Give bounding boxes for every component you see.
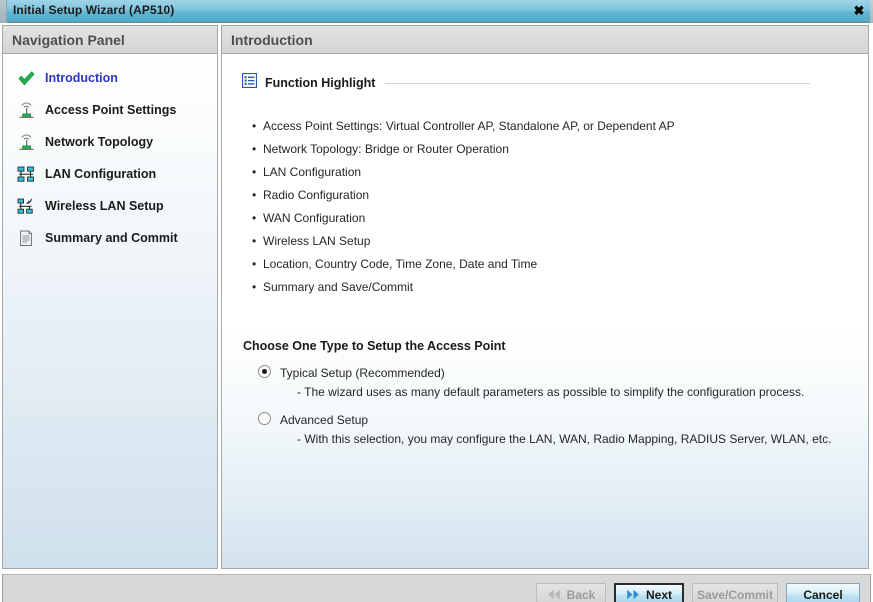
list-item-label: Access Point Settings: Virtual Controlle… (263, 119, 675, 133)
function-highlight-section-header: Function Highlight (241, 72, 868, 93)
save-commit-button[interactable]: Save/Commit (692, 583, 778, 602)
radio-option-typical-setup-texts: Typical Setup (Recommended) - The wizard… (280, 364, 804, 401)
list-item: • Location, Country Code, Time Zone, Date… (252, 253, 868, 276)
radio-option-description: - With this selection, you may configure… (297, 432, 832, 446)
page-title: Introduction (231, 31, 313, 48)
list-item-label: WAN Configuration (263, 211, 366, 225)
bullet-marker: • (252, 234, 257, 248)
wizard-button-row: Back Next Save/Commit Cancel (536, 583, 860, 602)
radio-option-description: - The wizard uses as many default parame… (297, 385, 805, 399)
sidebar-item-summary-and-commit[interactable]: Summary and Commit (3, 222, 217, 254)
function-highlight-list: • Access Point Settings: Virtual Controll… (252, 115, 868, 299)
save-commit-button-label: Save/Commit (696, 587, 774, 602)
next-button[interactable]: Next (614, 583, 684, 602)
sidebar-item-label: Access Point Settings (45, 103, 177, 117)
list-item-label: Summary and Save/Commit (263, 280, 414, 294)
setup-type-radio-group: Typical Setup (Recommended) - The wizard… (258, 364, 868, 448)
document-icon (15, 228, 37, 248)
list-item: • Summary and Save/Commit (252, 276, 868, 299)
radio-option-advanced-setup[interactable]: Advanced Setup - With this selection, yo… (258, 411, 868, 448)
close-icon[interactable]: ✖ (849, 2, 869, 20)
window-titlebar: Initial Setup Wizard (AP510) ✖ (0, 0, 873, 23)
list-item-label: Wireless LAN Setup (263, 234, 371, 248)
list-icon (241, 72, 258, 93)
back-button[interactable]: Back (536, 583, 606, 602)
navigation-panel-title: Navigation Panel (12, 31, 125, 48)
navigation-panel: Navigation Panel Introduction Access Poi… (2, 25, 218, 569)
back-button-label: Back (566, 587, 596, 602)
access-point-icon (15, 100, 37, 120)
section-divider (385, 82, 810, 84)
radio-option-typical-setup[interactable]: Typical Setup (Recommended) - The wizard… (258, 364, 868, 401)
radio-option-label: Typical Setup (Recommended) (280, 366, 445, 380)
list-item: • Wireless LAN Setup (252, 230, 868, 253)
bullet-marker: • (252, 188, 257, 202)
list-item: • Network Topology: Bridge or Router Oper… (252, 138, 868, 161)
content-panel-header: Introduction (222, 26, 868, 54)
double-chevron-right-icon (626, 589, 640, 600)
bullet-marker: • (252, 142, 257, 156)
sidebar-item-label: Introduction (45, 71, 118, 85)
list-item-label: Radio Configuration (263, 188, 370, 202)
bullet-marker: • (252, 119, 257, 133)
window-title: Initial Setup Wizard (AP510) (13, 3, 175, 17)
bullet-marker: • (252, 165, 257, 179)
content-panel: Introduction Function Highlight • Access… (221, 25, 869, 569)
list-item: • Access Point Settings: Virtual Controll… (252, 115, 868, 138)
initial-setup-wizard-window: Initial Setup Wizard (AP510) ✖ Navigatio… (0, 0, 873, 602)
check-icon (15, 68, 37, 88)
cancel-button[interactable]: Cancel (786, 583, 860, 602)
wizard-button-bar: Back Next Save/Commit Cancel (2, 574, 871, 602)
lan-network-icon (15, 164, 37, 184)
cancel-button-label: Cancel (803, 587, 843, 602)
access-point-icon (15, 132, 37, 152)
wireless-lan-icon (15, 196, 37, 216)
sidebar-item-label: Summary and Commit (45, 231, 178, 245)
titlebar-left-cap (0, 0, 7, 23)
sidebar-item-introduction[interactable]: Introduction (3, 62, 217, 94)
sidebar-item-label: LAN Configuration (45, 167, 157, 181)
radio-option-advanced-setup-texts: Advanced Setup - With this selection, yo… (280, 411, 831, 448)
sidebar-item-access-point-settings[interactable]: Access Point Settings (3, 94, 217, 126)
next-button-label: Next (646, 587, 673, 602)
navigation-panel-header: Navigation Panel (3, 26, 217, 54)
sidebar-item-label: Network Topology (45, 135, 154, 149)
list-item: • LAN Configuration (252, 161, 868, 184)
setup-type-heading: Choose One Type to Setup the Access Poin… (243, 339, 506, 353)
list-item: • Radio Configuration (252, 184, 868, 207)
radio-button-advanced-setup[interactable] (258, 412, 271, 425)
sidebar-item-lan-configuration[interactable]: LAN Configuration (3, 158, 217, 190)
sidebar-item-network-topology[interactable]: Network Topology (3, 126, 217, 158)
function-highlight-title: Function Highlight (265, 76, 376, 90)
bullet-marker: • (252, 211, 257, 225)
list-item-label: Network Topology: Bridge or Router Opera… (263, 142, 509, 156)
bullet-marker: • (252, 280, 257, 294)
sidebar-item-label: Wireless LAN Setup (45, 199, 164, 213)
double-chevron-left-icon (547, 589, 561, 600)
list-item: • WAN Configuration (252, 207, 868, 230)
list-item-label: LAN Configuration (263, 165, 362, 179)
list-item-label: Location, Country Code, Time Zone, Date … (263, 257, 538, 271)
window-body: Navigation Panel Introduction Access Poi… (0, 23, 873, 602)
navigation-list: Introduction Access Point Settings Netwo… (3, 54, 217, 254)
sidebar-item-wireless-lan-setup[interactable]: Wireless LAN Setup (3, 190, 217, 222)
bullet-marker: • (252, 257, 257, 271)
radio-option-label: Advanced Setup (280, 413, 369, 427)
radio-button-typical-setup[interactable] (258, 365, 271, 378)
